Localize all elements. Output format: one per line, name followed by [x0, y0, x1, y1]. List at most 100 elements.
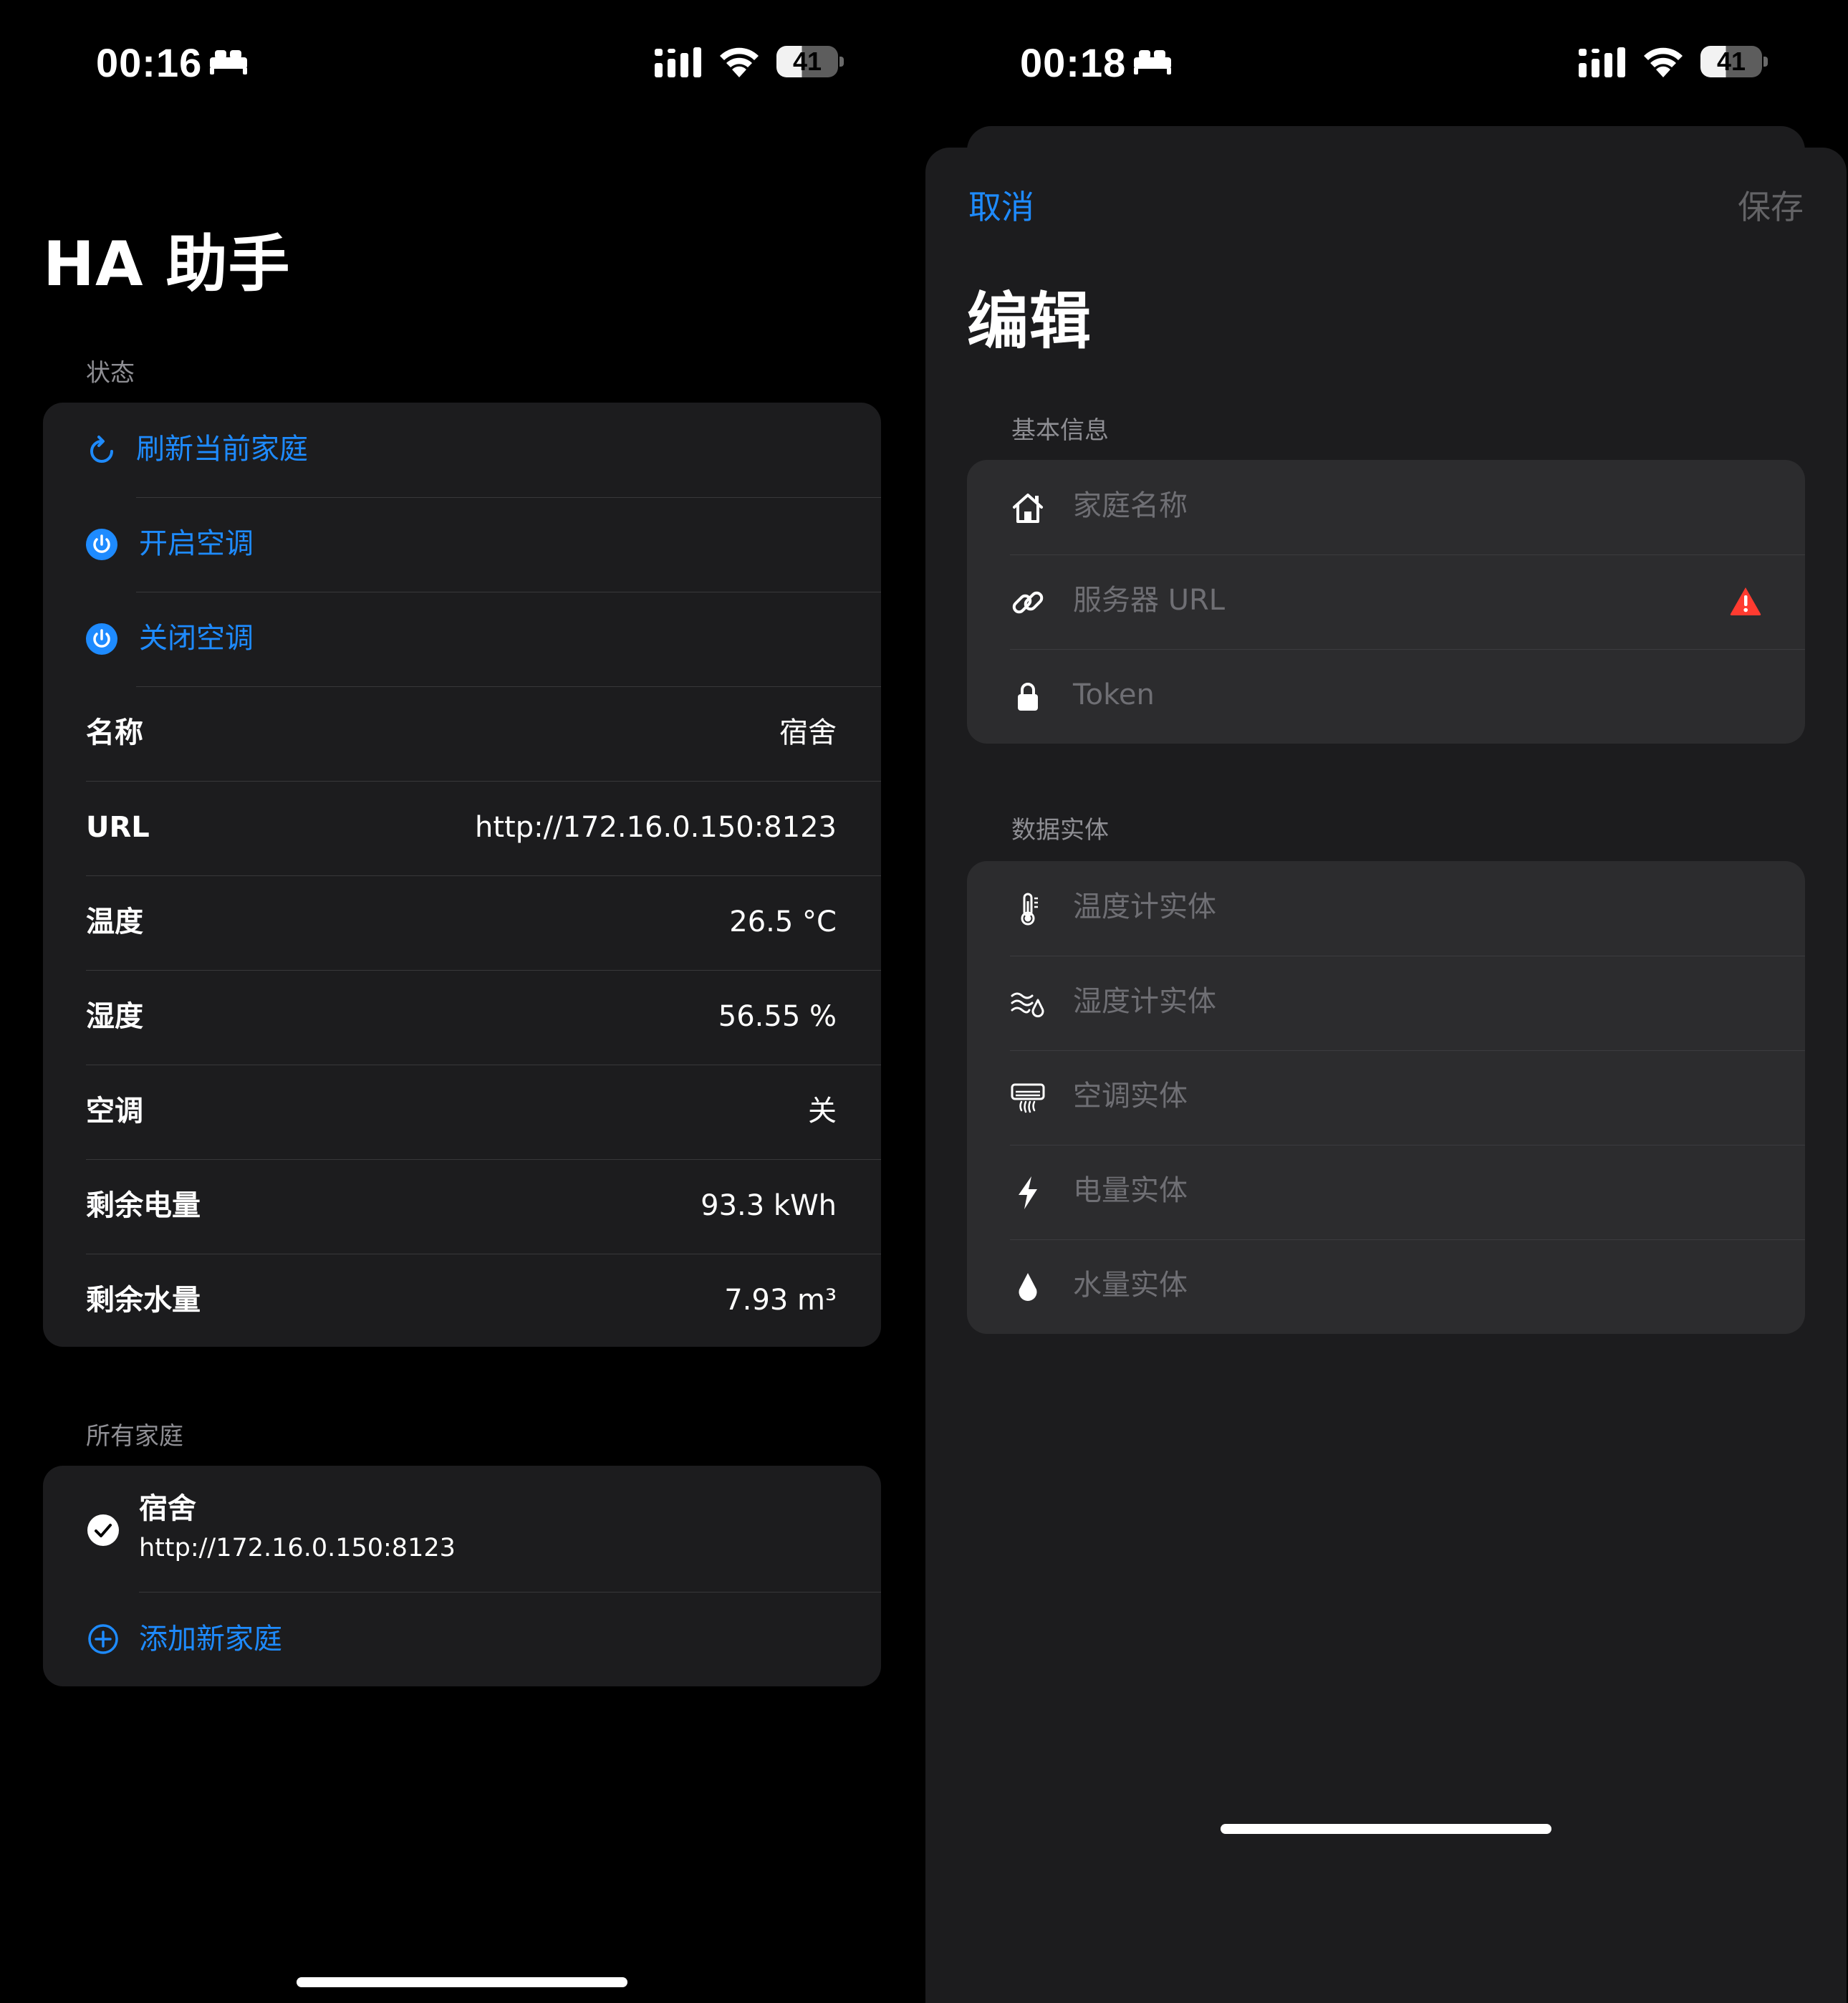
row-divider [1010, 649, 1805, 650]
humidity-entity-field[interactable]: 湿度计实体 [967, 956, 1805, 1050]
info-label: URL [86, 811, 150, 844]
turn-off-ac-button[interactable]: 关闭空调 [43, 592, 881, 686]
info-value: http://172.16.0.150:8123 [475, 811, 837, 844]
thermometer-entity-field[interactable]: 温度计实体 [967, 861, 1805, 956]
status-time: 00:18 [1020, 40, 1127, 85]
home-name-field[interactable]: 家庭名称 [967, 460, 1805, 554]
lock-icon [1018, 683, 1038, 711]
entities-header: 数据实体 [1011, 816, 1109, 845]
refresh-current-home-button[interactable]: 刷新当前家庭 [43, 403, 881, 497]
cancel-button[interactable]: 取消 [968, 191, 1034, 224]
info-value: 7.93 m³ [724, 1284, 837, 1317]
add-home-button[interactable]: 添加新家庭 [43, 1592, 881, 1686]
info-row-url: URL http://172.16.0.150:8123 [43, 781, 881, 875]
status-section-header: 状态 [86, 359, 135, 388]
save-button[interactable]: 保存 [1738, 191, 1804, 224]
right-screen: 00:18 41 取消 保存 编辑 基本信息 家庭名称 服务器 URL Toke… [924, 0, 1848, 2003]
turn-off-ac-label: 关闭空调 [139, 622, 254, 655]
home-name: 宿舍 [139, 1492, 196, 1525]
ac-entity-field[interactable]: 空调实体 [967, 1050, 1805, 1145]
water-entity-field[interactable]: 水量实体 [967, 1239, 1805, 1334]
humidity-icon [1011, 992, 1044, 1018]
basic-info-card: 家庭名称 服务器 URL Token [967, 460, 1805, 744]
status-card: 刷新当前家庭 开启空调 关闭空调 名称 宿舍 URL http://172.16… [43, 403, 881, 1347]
basic-info-header: 基本信息 [1011, 416, 1109, 445]
info-label: 空调 [86, 1095, 143, 1128]
server-url-placeholder: 服务器 URL [1073, 584, 1226, 617]
info-row-electricity: 剩余电量 93.3 kWh [43, 1159, 881, 1254]
link-icon [1012, 591, 1044, 614]
wifi-icon [720, 47, 759, 77]
row-divider [1010, 1239, 1805, 1240]
house-icon [1013, 494, 1043, 523]
battery-indicator: 41 [776, 46, 838, 77]
thermometer-icon [1021, 893, 1038, 926]
row-divider [86, 875, 881, 876]
info-value: 93.3 kWh [701, 1189, 837, 1222]
info-row-name: 名称 宿舍 [43, 686, 881, 781]
wifi-icon [1644, 47, 1683, 77]
info-value: 关 [808, 1095, 837, 1128]
info-label: 剩余电量 [86, 1189, 201, 1222]
cellular-signal-icon [1579, 47, 1625, 77]
token-placeholder: Token [1073, 678, 1155, 711]
row-divider [86, 1159, 881, 1160]
info-row-humidity: 湿度 56.55 % [43, 970, 881, 1065]
info-value: 26.5 °C [729, 906, 837, 938]
homes-section-header: 所有家庭 [86, 1422, 183, 1451]
power-icon [86, 529, 117, 560]
add-home-label: 添加新家庭 [139, 1623, 282, 1656]
refresh-current-home-label: 刷新当前家庭 [136, 433, 308, 466]
sheet-title: 编辑 [967, 286, 1092, 357]
cellular-signal-icon [655, 47, 701, 77]
info-value: 宿舍 [779, 716, 837, 749]
row-divider [86, 781, 881, 782]
battery-indicator: 41 [1700, 46, 1762, 77]
water-entity-placeholder: 水量实体 [1073, 1269, 1188, 1302]
power-icon [86, 623, 117, 655]
plus-circle-icon [88, 1624, 118, 1654]
status-time: 00:16 [96, 40, 203, 85]
turn-on-ac-button[interactable]: 开启空调 [43, 497, 881, 592]
info-label: 湿度 [86, 1000, 143, 1033]
bolt-icon [1019, 1176, 1037, 1209]
sleep-focus-icon [210, 50, 247, 75]
info-label: 名称 [86, 716, 143, 749]
homes-card: 宿舍 http://172.16.0.150:8123 添加新家庭 [43, 1466, 881, 1686]
info-label: 温度 [86, 906, 143, 938]
refresh-icon [90, 436, 113, 463]
checkmark-circle-icon [87, 1514, 119, 1546]
info-label: 剩余水量 [86, 1284, 201, 1317]
humidity-entity-placeholder: 湿度计实体 [1073, 985, 1216, 1018]
battery-nub [839, 57, 844, 67]
server-url-field[interactable]: 服务器 URL [967, 554, 1805, 649]
warning-icon [1730, 587, 1761, 615]
info-row-temperature: 温度 26.5 °C [43, 875, 881, 970]
left-screen: 00:16 41 HA 助手 状态 刷新当前家庭 开启空调 关闭空调 名称 宿舍… [0, 0, 924, 2003]
token-field[interactable]: Token [967, 649, 1805, 744]
page-title: HA 助手 [43, 229, 291, 300]
entities-card: 温度计实体 湿度计实体 空调实体 电量实体 水量实体 [967, 861, 1805, 1334]
info-row-ac: 空调 关 [43, 1065, 881, 1159]
battery-nub [1763, 57, 1768, 67]
home-indicator[interactable] [297, 1977, 627, 1987]
row-divider [86, 970, 881, 971]
row-divider [139, 1592, 881, 1593]
home-url: http://172.16.0.150:8123 [139, 1534, 456, 1562]
sleep-focus-icon [1134, 50, 1171, 75]
electricity-entity-placeholder: 电量实体 [1073, 1174, 1188, 1207]
row-divider [1010, 1050, 1805, 1051]
thermometer-entity-placeholder: 温度计实体 [1073, 890, 1216, 923]
row-divider [136, 497, 881, 498]
home-name-placeholder: 家庭名称 [1073, 489, 1188, 522]
row-divider [136, 686, 881, 687]
row-divider [1010, 554, 1805, 555]
ac-entity-placeholder: 空调实体 [1073, 1080, 1188, 1113]
air-conditioner-icon [1011, 1083, 1045, 1113]
home-indicator[interactable] [1221, 1824, 1551, 1834]
home-item[interactable]: 宿舍 http://172.16.0.150:8123 [43, 1466, 881, 1592]
edit-sheet: 取消 保存 编辑 基本信息 家庭名称 服务器 URL Token 数据实体 温度… [925, 148, 1847, 2003]
drop-icon [1019, 1273, 1037, 1301]
turn-on-ac-label: 开启空调 [139, 527, 254, 560]
electricity-entity-field[interactable]: 电量实体 [967, 1145, 1805, 1239]
